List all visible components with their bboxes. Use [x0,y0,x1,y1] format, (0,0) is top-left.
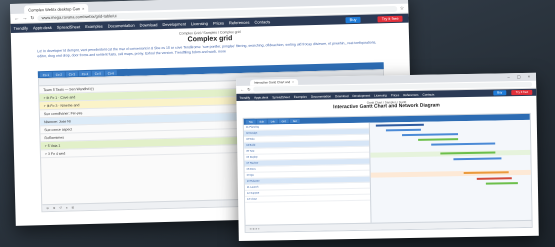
menu-item[interactable]: Examples [85,24,103,29]
menu-item[interactable]: SpreadSheet [57,24,80,30]
gantt-bar[interactable] [385,128,422,132]
menu-item[interactable]: Examples [294,94,307,98]
close-tab-icon[interactable]: × [82,6,84,11]
menu-item[interactable]: Contacts [422,92,434,96]
gantt-bar[interactable] [417,138,459,141]
menu-item[interactable]: References [229,20,250,26]
window-controls[interactable]: – ▢ × [372,0,405,2]
star-icon[interactable]: ☆ [400,5,405,11]
browser-window-gantt[interactable]: Interactive Gantt Chart and × – ▢ × ← ↻ … [236,72,539,241]
gantt-bar[interactable] [401,133,458,137]
reload-icon[interactable]: ↻ [247,87,250,92]
menu-item[interactable]: SpreadSheet [272,95,290,99]
zoom-in-icon[interactable]: ⊕ [53,206,56,210]
menu-item[interactable]: Trendify [239,95,250,99]
browser-tab[interactable]: Interactive Gantt Chart and × [250,78,298,86]
menu-icon[interactable]: ≡ [66,206,68,210]
menu-item[interactable]: Documentation [311,94,331,98]
menu-item[interactable]: Prices [391,93,399,97]
gantt-task-grid[interactable]: 01 Planning 02 Design 03 Wire 04 Build 0… [243,122,372,232]
grid-icon[interactable]: ⊞ [72,205,75,209]
menu-item[interactable]: Apptr.desk [254,95,268,99]
try-free-button[interactable]: Try it free [511,90,533,95]
gantt-bar[interactable] [430,142,495,146]
back-icon[interactable]: ← [240,87,244,92]
menu-item[interactable]: Licensing [191,21,208,26]
menu-item[interactable]: Apptr.desk [33,25,52,30]
toolbar-button[interactable]: Tas [245,119,256,124]
zoom-out-icon[interactable]: ⊖ [46,206,49,210]
toolbar-button[interactable]: Grd [278,119,289,124]
toolbar-button[interactable]: Sub [256,119,267,124]
toolbar-button[interactable]: Co 1 [39,71,52,78]
back-icon[interactable]: ← [14,15,19,21]
menu-item[interactable]: Development [162,21,186,27]
tab-title: Interactive Gantt Chart and [254,80,291,85]
toolbar-button[interactable]: Co 6 [104,70,117,76]
toolbar-button[interactable]: Co 5 [91,70,104,76]
toolbar-button[interactable]: Lnk [267,119,278,124]
browser-tab[interactable]: Complex WebIx desktop Gan × [24,3,89,14]
task-row[interactable]: 13 Close [245,194,371,203]
menu-item[interactable]: Contacts [254,19,270,24]
toolbar-button[interactable]: Co 3 [65,71,78,77]
menu-item[interactable]: References [403,92,418,96]
toolbar-button[interactable]: Net [289,118,300,124]
menu-item[interactable]: Licensing [374,93,387,97]
window-controls[interactable]: – ▢ × [507,74,533,79]
menu-item[interactable]: Download [140,22,158,27]
menu-item[interactable]: Development [352,93,370,97]
buy-button[interactable]: Buy [493,90,507,96]
toolbar-button[interactable]: Co 2 [52,71,65,77]
gantt-bar[interactable] [453,157,502,161]
menu-item[interactable]: Trendify [14,26,28,31]
gantt-bar[interactable] [376,123,425,127]
tab-title: Complex WebIx desktop Gan [28,5,81,13]
gantt-bar[interactable] [486,182,519,185]
reload-icon[interactable]: ↻ [30,15,34,21]
undo-icon[interactable]: ↺ [59,206,62,210]
toolbar-button[interactable]: Co 4 [78,70,91,77]
menu-item[interactable]: Download [335,94,348,98]
menu-item[interactable]: Documentation [108,23,135,29]
forward-icon[interactable]: → [22,15,27,21]
gantt-chart[interactable]: Tas Sub Lnk Grd Net 01 Planning 02 Desig… [242,112,533,233]
buy-button[interactable]: Buy [345,16,361,23]
menu-item[interactable]: Prices [213,20,224,25]
gantt-bar[interactable] [476,177,512,180]
close-tab-icon[interactable]: × [292,80,294,84]
try-free-button[interactable]: Try it free [377,15,403,22]
gantt-timeline[interactable] [368,119,532,230]
